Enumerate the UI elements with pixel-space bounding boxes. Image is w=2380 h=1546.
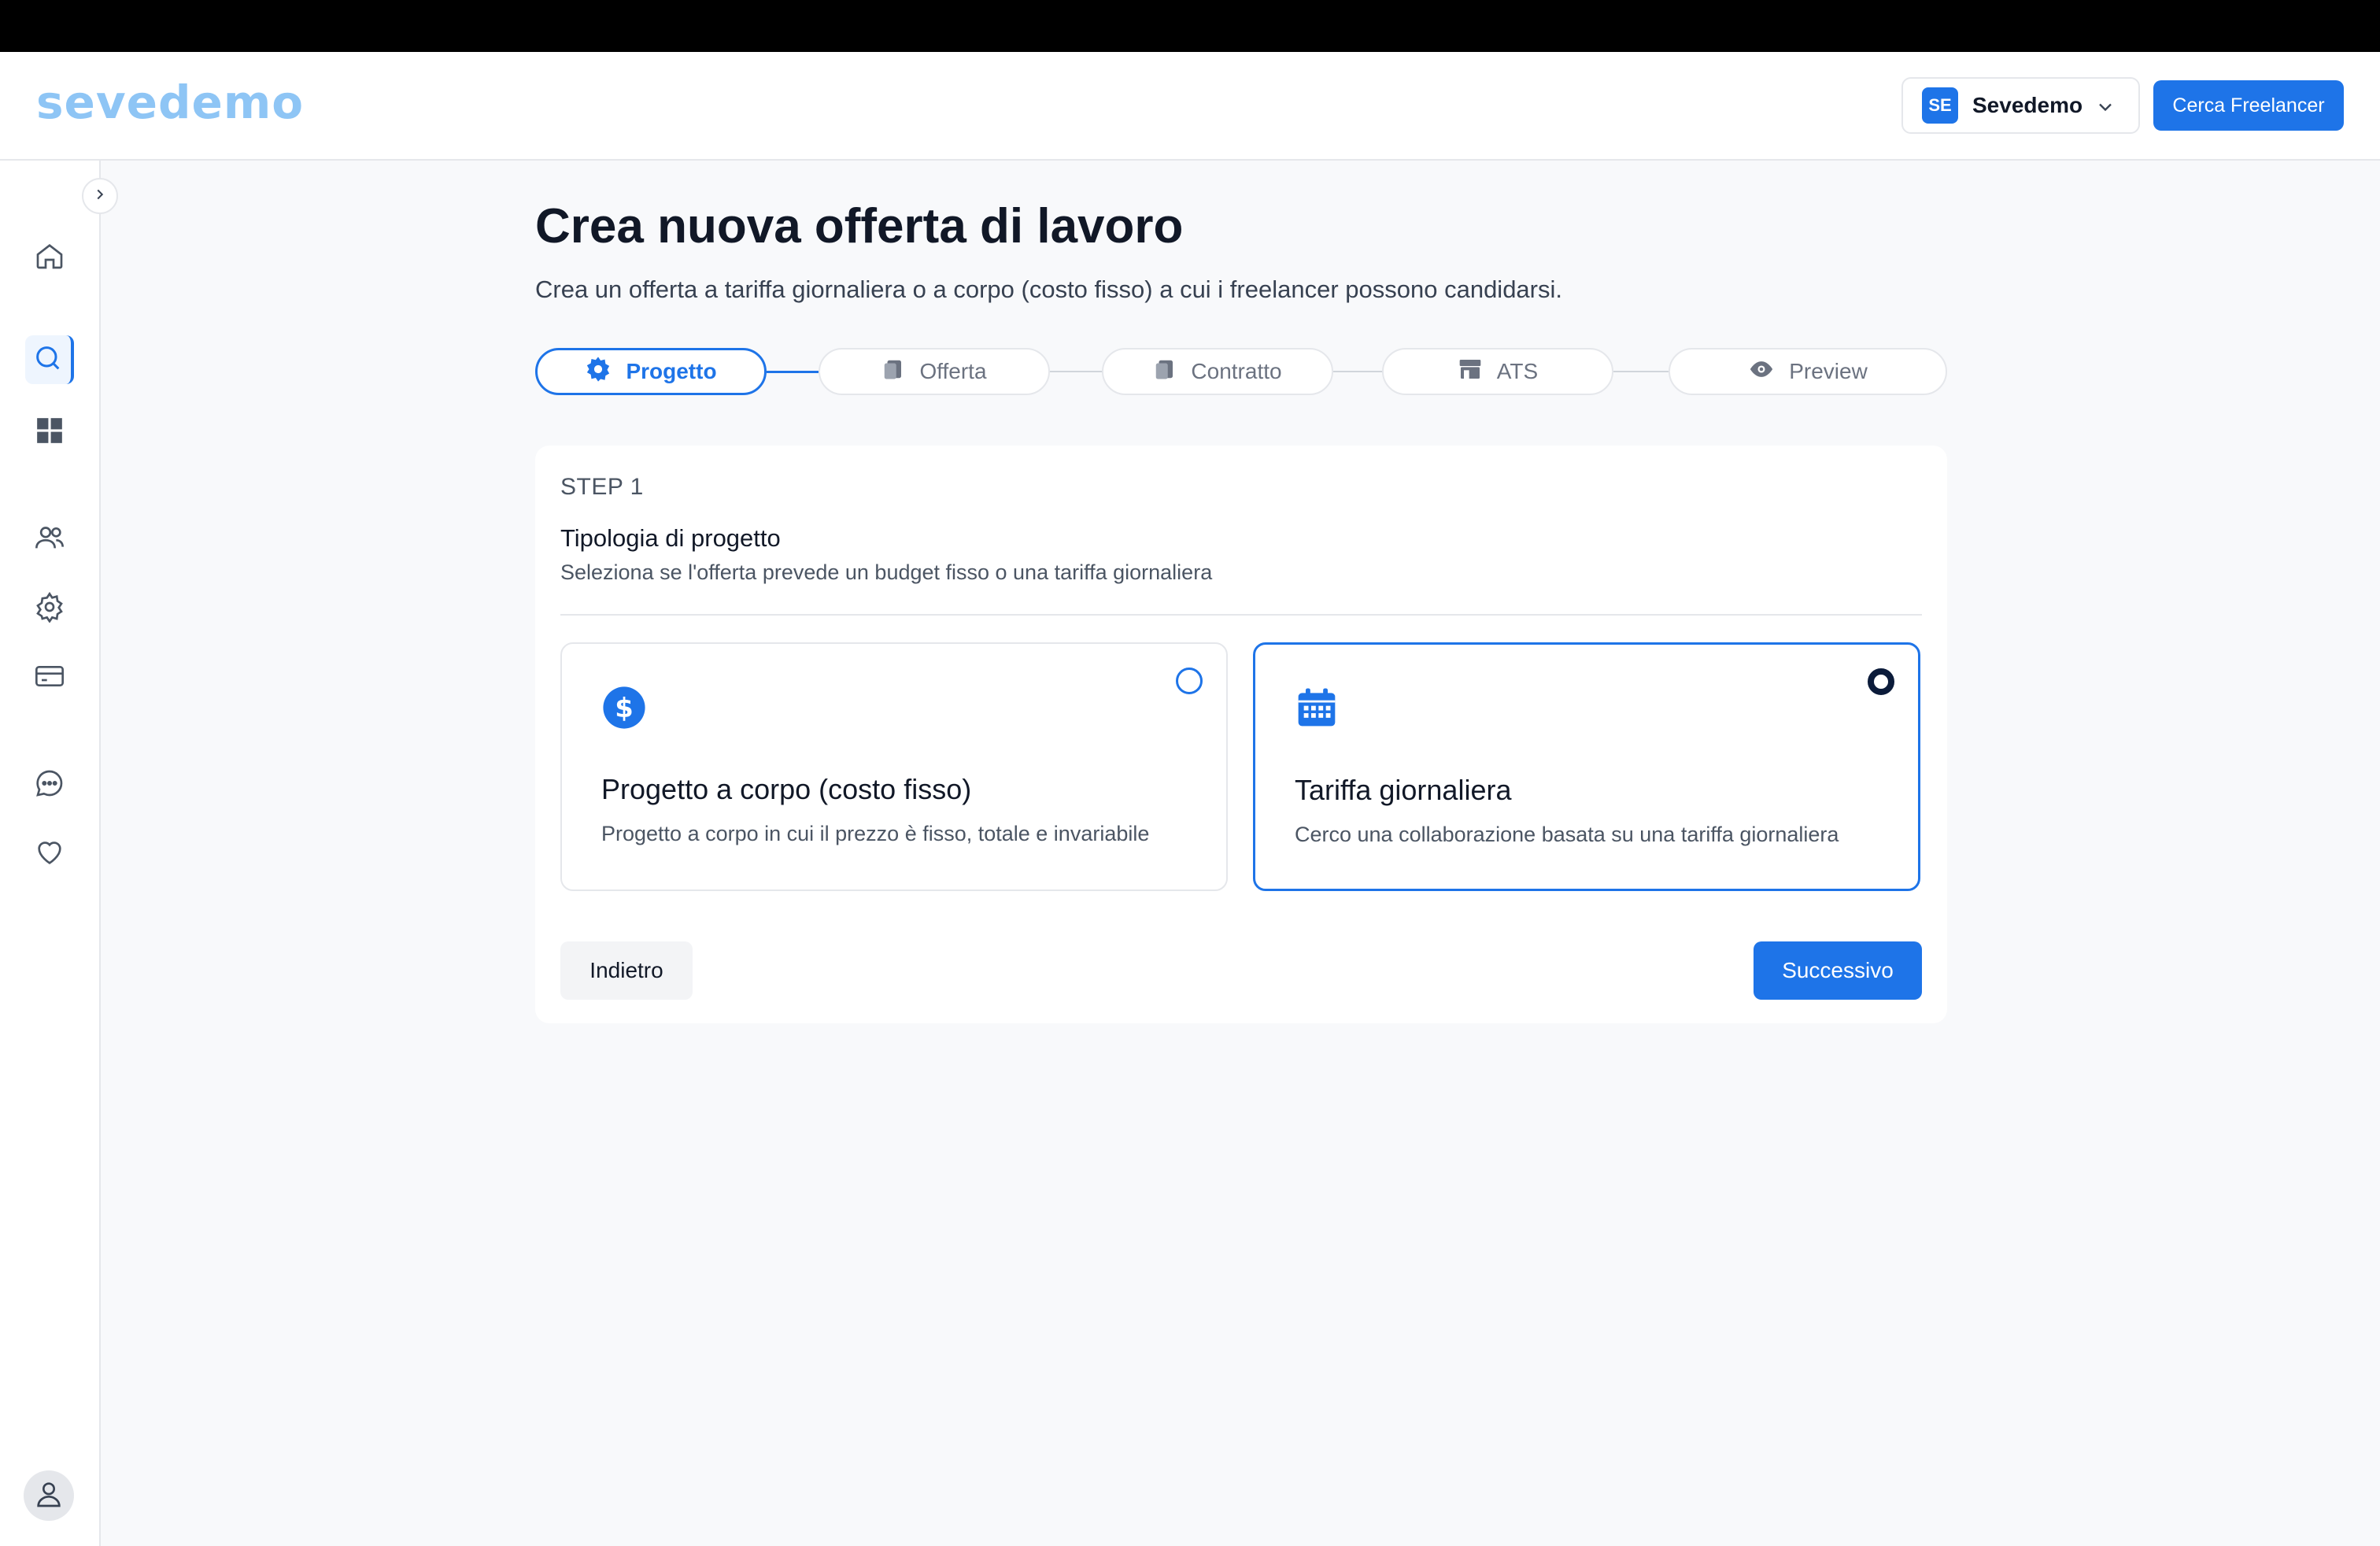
step-offerta[interactable]: Offerta	[819, 348, 1050, 395]
chevron-down-icon	[2094, 96, 2116, 122]
stepper: Progetto Offerta Contratto ATS Preview	[535, 348, 1947, 395]
step-label: Preview	[1789, 359, 1868, 383]
divider	[560, 614, 1922, 616]
sidebar-item-dashboard[interactable]	[25, 408, 74, 457]
sidebar-item-billing[interactable]	[25, 653, 74, 702]
account-name: Sevedemo	[1972, 93, 2083, 117]
sidebar-item-messages[interactable]	[25, 760, 74, 809]
window-top-bar	[0, 0, 2380, 52]
logo[interactable]: sevedemo	[36, 76, 304, 129]
sidebar	[0, 161, 101, 1546]
user-avatar[interactable]	[24, 1470, 74, 1521]
step-label: Progetto	[626, 359, 717, 383]
step-label: ATS	[1496, 359, 1539, 383]
step-indicator: STEP 1	[560, 474, 644, 500]
page-title: Crea nuova offerta di lavoro	[535, 199, 1184, 253]
gear-icon	[585, 356, 612, 388]
option-description: Progetto a corpo in cui il prezzo è fiss…	[601, 822, 1150, 845]
svg-text:$: $	[615, 693, 634, 723]
step-label: Contratto	[1191, 359, 1282, 383]
document-icon	[881, 357, 905, 387]
chat-icon	[34, 767, 65, 803]
step-connector	[1613, 371, 1669, 372]
section-title: Tipologia di progetto	[560, 524, 781, 552]
eye-icon	[1748, 356, 1775, 388]
dollar-icon: $	[601, 685, 647, 734]
search-freelancer-button[interactable]: Cerca Freelancer	[2153, 80, 2344, 131]
sidebar-toggle-button[interactable]	[82, 178, 118, 214]
home-icon	[34, 240, 65, 276]
back-button[interactable]: Indietro	[560, 941, 693, 1000]
sidebar-item-search[interactable]	[25, 335, 74, 384]
sidebar-item-home[interactable]	[25, 233, 74, 282]
chevron-right-icon	[91, 186, 109, 207]
sidebar-item-favorites[interactable]	[25, 830, 74, 878]
option-daily-rate[interactable]: Tariffa giornaliera Cerco una collaboraz…	[1253, 642, 1920, 891]
step-connector	[1333, 371, 1385, 372]
account-badge: SE	[1922, 87, 1958, 124]
calendar-icon	[1295, 686, 1339, 734]
option-description: Cerco una collaborazione basata su una t…	[1295, 823, 1839, 846]
search-icon	[32, 342, 64, 378]
step-label: Offerta	[919, 359, 987, 383]
step-preview[interactable]: Preview	[1669, 348, 1947, 395]
step-progetto[interactable]: Progetto	[535, 348, 767, 395]
document-icon	[1153, 357, 1177, 387]
step-contratto[interactable]: Contratto	[1102, 348, 1333, 395]
sidebar-item-team[interactable]	[25, 515, 74, 564]
step-ats[interactable]: ATS	[1382, 348, 1613, 395]
account-switcher[interactable]: SE Sevedemo	[1901, 77, 2140, 134]
store-icon	[1458, 357, 1483, 387]
option-fixed-price[interactable]: $ Progetto a corpo (costo fisso) Progett…	[560, 642, 1228, 891]
option-title: Progetto a corpo (costo fisso)	[601, 773, 972, 805]
heart-icon	[34, 837, 65, 872]
step-connector	[767, 371, 819, 373]
step-connector	[1050, 371, 1102, 372]
radio-daily-rate[interactable]	[1868, 668, 1894, 695]
gear-icon	[34, 591, 65, 627]
sidebar-item-settings[interactable]	[25, 584, 74, 633]
form-card: STEP 1 Tipologia di progetto Seleziona s…	[535, 446, 1947, 1023]
page-subtitle: Crea un offerta a tariffa giornaliera o …	[535, 276, 1562, 303]
next-button[interactable]: Successivo	[1754, 941, 1922, 1000]
credit-card-icon	[34, 660, 65, 696]
option-title: Tariffa giornaliera	[1295, 774, 1512, 806]
user-icon	[33, 1478, 65, 1514]
section-description: Seleziona se l'offerta prevede un budget…	[560, 560, 1213, 584]
grid-icon	[35, 416, 65, 449]
users-icon	[34, 522, 65, 557]
radio-fixed-price[interactable]	[1176, 668, 1203, 694]
app-header: sevedemo SE Sevedemo Cerca Freelancer	[0, 52, 2380, 161]
